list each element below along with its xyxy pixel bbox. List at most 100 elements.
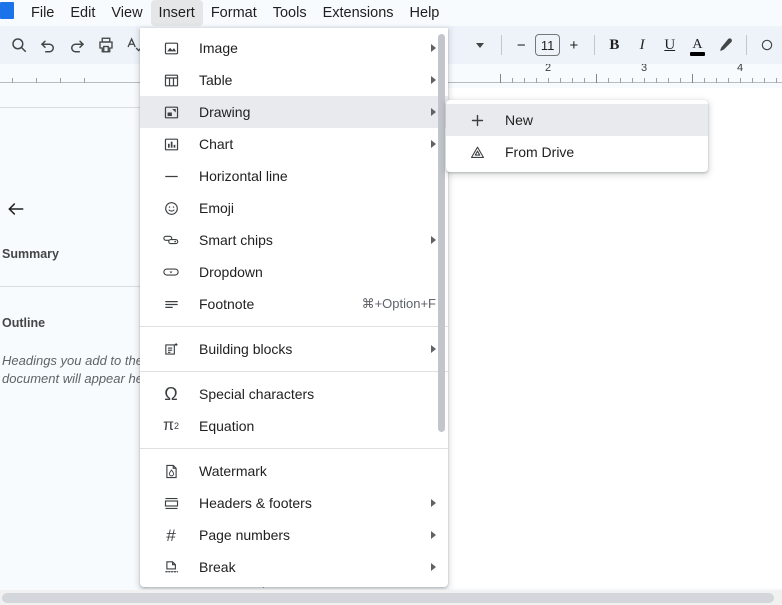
menu-item-break[interactable]: Break <box>140 551 448 583</box>
building-blocks-icon <box>161 339 181 359</box>
italic-button[interactable]: I <box>632 33 652 57</box>
footnote-icon <box>161 294 181 314</box>
docs-logo-icon <box>0 1 14 19</box>
headers-footers-icon <box>161 493 181 513</box>
chart-icon <box>161 134 181 154</box>
menu-item-image[interactable]: Image <box>140 32 448 64</box>
outline-heading: Outline <box>2 316 46 330</box>
menu-item-building-blocks[interactable]: Building blocks <box>140 333 448 365</box>
chevron-right-icon <box>431 563 436 571</box>
menu-tools[interactable]: Tools <box>265 0 315 26</box>
menu-item-special-characters[interactable]: Ω Special characters <box>140 378 448 410</box>
search-icon[interactable] <box>8 31 31 59</box>
drawing-icon <box>161 102 181 122</box>
menu-scrollbar[interactable] <box>438 34 445 432</box>
chevron-right-icon <box>431 76 436 84</box>
watermark-icon <box>161 461 181 481</box>
menu-bar: File Edit View Insert Format Tools Exten… <box>0 0 782 26</box>
underline-button[interactable]: U <box>660 33 680 57</box>
menu-item-label: Dropdown <box>199 264 263 280</box>
menu-item-label: Headers & footers <box>199 495 312 511</box>
menu-item-label: Chart <box>199 136 234 152</box>
font-dropdown-caret-icon[interactable] <box>469 31 492 59</box>
menu-item-label: Special characters <box>199 386 315 402</box>
chevron-right-icon <box>431 531 436 539</box>
chevron-right-icon <box>431 236 436 244</box>
increase-font-size-button[interactable]: + <box>564 33 584 57</box>
menu-item-headers-footers[interactable]: Headers & footers <box>140 487 448 519</box>
horizontal-scrollbar[interactable] <box>0 590 782 605</box>
menu-item-dropdown[interactable]: Dropdown <box>140 256 448 288</box>
menu-item-label: Equation <box>199 418 255 434</box>
menu-file[interactable]: File <box>23 0 62 26</box>
menu-item-label: Table <box>199 72 233 88</box>
menu-item-drawing[interactable]: Drawing <box>140 96 448 128</box>
ruler-label-2: 2 <box>544 64 552 74</box>
font-size-input[interactable]: 11 <box>535 34 561 56</box>
menu-format[interactable]: Format <box>203 0 265 26</box>
undo-icon[interactable] <box>37 31 60 59</box>
menu-item-watermark[interactable]: Watermark <box>140 455 448 487</box>
menu-edit[interactable]: Edit <box>62 0 103 26</box>
menu-item-label: Horizontal line <box>199 168 288 184</box>
menu-item-label: Building blocks <box>199 341 293 357</box>
highlighter-icon[interactable] <box>714 31 737 59</box>
menu-item-horizontal-line[interactable]: Horizontal line <box>140 160 448 192</box>
menu-item-page-numbers[interactable]: # Page numbers <box>140 519 448 551</box>
panel-divider-top <box>0 107 145 108</box>
menu-item-shortcut: ⌘+Option+F <box>361 296 436 311</box>
drawing-submenu[interactable]: New From Drive <box>446 100 708 172</box>
bold-button[interactable]: B <box>605 33 625 57</box>
google-docs-window: File Edit View Insert Format Tools Exten… <box>0 0 782 605</box>
menu-insert[interactable]: Insert <box>150 0 203 26</box>
menu-item-chart[interactable]: Chart <box>140 128 448 160</box>
menu-item-label: Smart chips <box>199 232 273 248</box>
menu-help[interactable]: Help <box>402 0 448 26</box>
menu-item-equation[interactable]: π2 Equation <box>140 410 448 442</box>
drive-icon <box>467 142 487 162</box>
menu-item-emoji[interactable]: Emoji <box>140 192 448 224</box>
menu-extensions[interactable]: Extensions <box>315 0 402 26</box>
outline-empty-hint: Headings you add to the document will ap… <box>2 353 159 386</box>
menu-item-table[interactable]: Table <box>140 64 448 96</box>
chevron-right-icon <box>431 140 436 148</box>
menu-item-label: Watermark <box>199 463 267 479</box>
break-icon <box>161 557 181 577</box>
toolbar-divider-2 <box>593 35 595 55</box>
page-numbers-icon: # <box>166 525 176 545</box>
redo-icon[interactable] <box>66 31 89 59</box>
menu-item-label: Emoji <box>199 200 235 216</box>
menu-separator <box>140 448 448 449</box>
submenu-item-from-drive[interactable]: From Drive <box>446 136 708 168</box>
decrease-font-size-button[interactable]: − <box>511 33 531 57</box>
print-icon[interactable] <box>95 31 118 59</box>
menu-bar-items: File Edit View Insert Format Tools Exten… <box>23 0 447 26</box>
menu-item-label: Page numbers <box>199 527 291 543</box>
dropdown-icon <box>161 262 181 282</box>
summary-heading: Summary <box>2 247 59 261</box>
menu-item-label: Footnote <box>199 296 255 312</box>
menu-separator <box>140 371 448 372</box>
menu-view[interactable]: View <box>103 0 150 26</box>
submenu-item-new[interactable]: New <box>446 104 708 136</box>
ruler-label-4: 4 <box>736 64 744 74</box>
toolbar-divider <box>500 35 502 55</box>
menu-item-label: Image <box>199 40 238 56</box>
smart-chips-icon <box>161 230 181 250</box>
emoji-icon <box>161 198 181 218</box>
omega-icon: Ω <box>164 384 178 404</box>
ruler-label-3: 3 <box>640 64 648 74</box>
horizontal-scrollbar-thumb[interactable] <box>2 593 774 603</box>
menu-separator <box>140 326 448 327</box>
menu-item-footnote[interactable]: Footnote ⌘+Option+F <box>140 288 448 320</box>
chevron-right-icon <box>431 499 436 507</box>
plus-icon <box>467 110 487 130</box>
arrow-left-icon[interactable] <box>3 196 29 222</box>
toolbar-divider-3 <box>746 35 748 55</box>
chevron-right-icon <box>431 44 436 52</box>
menu-item-smart-chips[interactable]: Smart chips <box>140 224 448 256</box>
insert-menu-dropdown[interactable]: Image Table Drawing Chart Horizontal lin… <box>140 28 448 587</box>
more-options-icon[interactable] <box>756 31 779 59</box>
menu-item-label: Drawing <box>199 104 251 120</box>
text-color-button[interactable]: A <box>688 33 708 57</box>
